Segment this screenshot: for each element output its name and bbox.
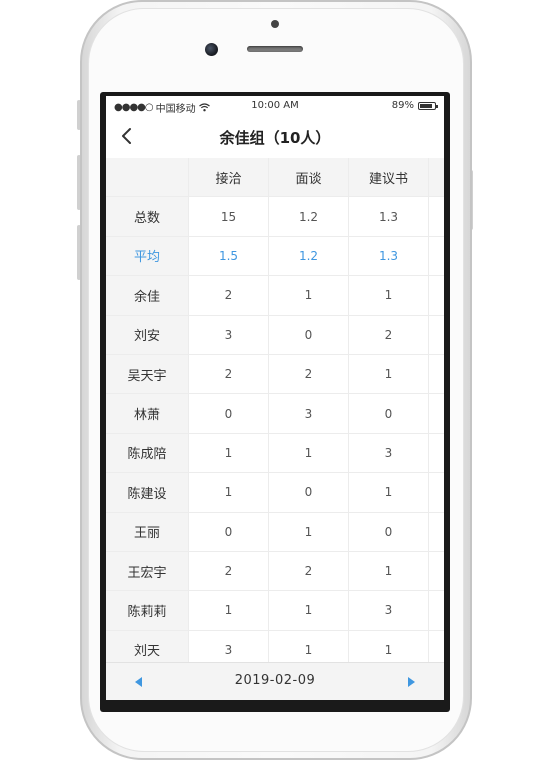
date-navigation-bar: 2019-02-09 [106, 662, 444, 700]
value-cell: 0 [349, 512, 429, 552]
overflow-cell [429, 394, 444, 434]
overflow-cell [429, 197, 444, 237]
front-camera [205, 43, 218, 56]
total-row[interactable]: 总数 15 1.2 1.3 [106, 197, 444, 237]
table-body: 总数 15 1.2 1.3 平均 1.5 1.2 1.3 余佳 2 1 1 刘安 3 0 2 吴天宇 2 2 1 林萧 0… [106, 197, 444, 671]
value-cell: 0 [269, 315, 349, 355]
column-header-overflow [429, 158, 444, 198]
current-date: 2019-02-09 [234, 673, 316, 688]
overflow-cell [429, 355, 444, 395]
value-cell: 1 [269, 512, 349, 552]
battery-icon [418, 101, 438, 110]
stats-table[interactable]: 接洽 面谈 建议书 总数 15 1.2 1.3 平均 1.5 1.2 1.3 余佳 2 1 1 刘安 3 0… [106, 158, 444, 671]
value-cell: 0 [269, 473, 349, 513]
row-name-cell: 王丽 [106, 512, 189, 552]
value-cell: 1 [349, 354, 429, 395]
table-row[interactable]: 陈莉莉 1 1 3 [106, 591, 444, 631]
overflow-cell [429, 473, 444, 513]
battery-info: 89% [391, 100, 438, 111]
table-row[interactable]: 刘安 3 0 2 [106, 315, 444, 355]
value-cell: 1 [269, 433, 349, 474]
table-row[interactable]: 陈成陪 1 1 3 [106, 433, 444, 474]
value-cell: 1.2 [269, 197, 349, 237]
page-title: 余佳组（10人） [219, 129, 331, 147]
value-cell: 1 [349, 276, 429, 316]
app-screen: ●●●●○ 中国移动 10:00 AM 89% 余佳组（10人） 接洽 面谈 建… [106, 96, 444, 700]
value-cell: 0 [349, 394, 429, 434]
value-cell: 2 [349, 315, 429, 355]
table-row[interactable]: 王宏宇 2 2 1 [106, 551, 444, 592]
row-name-cell: 王宏宇 [106, 551, 189, 592]
battery-percent: 89% [391, 100, 414, 111]
value-cell: 3 [189, 315, 269, 355]
row-name-cell: 陈建设 [106, 473, 189, 513]
value-cell: 3 [349, 591, 429, 631]
value-cell: 1 [349, 551, 429, 592]
overflow-cell [429, 513, 444, 552]
value-cell: 1 [189, 433, 269, 474]
column-header[interactable]: 接洽 [189, 158, 269, 198]
overflow-cell [429, 237, 444, 277]
overflow-cell [429, 434, 444, 474]
header-corner-cell [106, 158, 189, 198]
value-cell: 1.3 [349, 236, 429, 277]
row-name-cell: 平均 [106, 236, 189, 277]
table-row[interactable]: 余佳 2 1 1 [106, 276, 444, 316]
value-cell: 2 [189, 551, 269, 592]
overflow-cell [429, 316, 444, 355]
value-cell: 1.3 [349, 197, 429, 237]
value-cell: 2 [189, 276, 269, 316]
row-name-cell: 刘安 [106, 315, 189, 355]
value-cell: 0 [189, 512, 269, 552]
value-cell: 1 [189, 591, 269, 631]
table-header-row: 接洽 面谈 建议书 [106, 158, 444, 198]
status-bar: ●●●●○ 中国移动 10:00 AM 89% [106, 96, 444, 116]
value-cell: 3 [349, 433, 429, 474]
row-name-cell: 余佳 [106, 276, 189, 316]
table-row[interactable]: 陈建设 1 0 1 [106, 473, 444, 513]
value-cell: 3 [269, 394, 349, 434]
row-name-cell: 林萧 [106, 394, 189, 434]
average-row[interactable]: 平均 1.5 1.2 1.3 [106, 236, 444, 277]
value-cell: 1.5 [189, 236, 269, 277]
overflow-cell [429, 276, 444, 316]
value-cell: 0 [189, 394, 269, 434]
table-row[interactable]: 吴天宇 2 2 1 [106, 354, 444, 395]
navigation-bar: 余佳组（10人） [106, 116, 444, 158]
value-cell: 1 [189, 473, 269, 513]
row-name-cell: 吴天宇 [106, 354, 189, 395]
triangle-right-icon [408, 677, 415, 687]
column-header[interactable]: 面谈 [269, 158, 349, 198]
earpiece-speaker [247, 46, 303, 52]
value-cell: 2 [269, 551, 349, 592]
value-cell: 1 [349, 473, 429, 513]
value-cell: 1 [269, 591, 349, 631]
value-cell: 1.2 [269, 236, 349, 277]
overflow-cell [429, 591, 444, 631]
value-cell: 2 [269, 354, 349, 395]
value-cell: 1 [269, 276, 349, 316]
value-cell: 15 [189, 197, 269, 237]
row-name-cell: 陈莉莉 [106, 591, 189, 631]
row-name-cell: 陈成陪 [106, 433, 189, 474]
table-row[interactable]: 王丽 0 1 0 [106, 512, 444, 552]
table-row[interactable]: 林萧 0 3 0 [106, 394, 444, 434]
value-cell: 2 [189, 354, 269, 395]
next-date-button[interactable] [402, 673, 420, 691]
column-header[interactable]: 建议书 [349, 158, 429, 198]
row-name-cell: 总数 [106, 197, 189, 237]
proximity-sensor [271, 20, 279, 28]
overflow-cell [429, 552, 444, 592]
